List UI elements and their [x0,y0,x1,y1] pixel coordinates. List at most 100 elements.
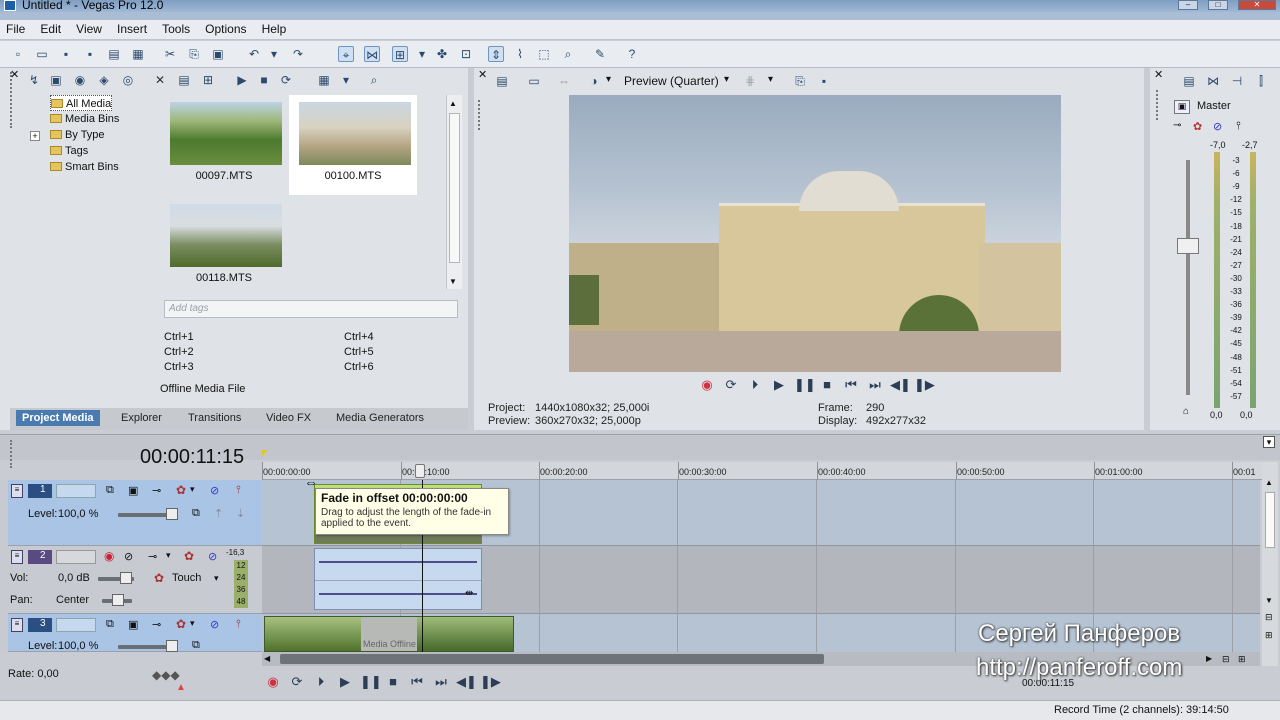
track-fx-dropdown-icon[interactable]: ▾ [190,484,195,495]
scrollbar-thumb[interactable] [449,113,460,263]
import-media-icon[interactable]: ↯ [26,72,42,88]
copy-icon[interactable]: ⎘ [186,46,202,62]
paste-icon[interactable]: ▣ [210,46,226,62]
fader-lock-icon[interactable]: ⌂ [1183,406,1189,417]
tab-video-fx[interactable]: Video FX [266,410,311,426]
track-motion-icon[interactable]: ⧉ [106,618,114,631]
video-event-track-3[interactable]: Media Offline [264,616,514,652]
delete-icon[interactable]: ✕ [152,72,168,88]
rate-marker-icon[interactable]: ▲ [176,682,186,693]
arm-for-record-icon[interactable]: ◉ [104,549,114,563]
lock-envelopes-icon[interactable]: ✤ [434,46,450,62]
timeline-vertical-scrollbar[interactable]: ▲ ▼ ⊟ ⊞ [1262,462,1278,666]
solo-icon[interactable]: ⫯ [1236,120,1241,133]
next-frame-icon[interactable]: ❚▶ [914,377,935,393]
master-fader-knob[interactable] [1177,238,1199,254]
auto-ripple-icon[interactable]: ⋈ [364,46,380,62]
automation-mode-icon[interactable]: ✿ [154,571,164,585]
tab-transitions[interactable]: Transitions [188,410,241,426]
tab-explorer[interactable]: Explorer [121,410,162,426]
undo-icon[interactable]: ↶ [246,46,262,62]
menu-view[interactable]: View [70,20,108,38]
automation-mode-dropdown-icon[interactable]: ▾ [214,573,219,584]
make-compositing-parent-icon[interactable]: ⇡ [214,507,223,520]
pause-icon[interactable]: ❚❚ [360,674,382,690]
panel-grip[interactable] [1156,90,1162,120]
grid-dropdown-icon[interactable]: ▾ [768,74,773,85]
menu-edit[interactable]: Edit [34,20,67,38]
quality-dropdown-icon[interactable]: ▾ [606,74,611,85]
record-icon[interactable]: ◉ [264,674,282,690]
play-from-start-icon[interactable]: ⏵ [312,674,330,690]
audio-event[interactable]: ⇹ [314,548,482,610]
stop-icon[interactable]: ■ [818,377,836,393]
tag-shortcut[interactable]: Ctrl+3 [164,361,194,373]
mute-icon[interactable]: ⊘ [210,618,219,631]
track-minimize-icon[interactable]: ≡ [11,484,23,498]
close-media-panel-icon[interactable]: ✕ [10,68,19,81]
time-ruler[interactable]: 00:00:00:00 00:00:10:00 00:00:20:00 00:0… [262,462,1262,480]
tag-shortcut[interactable]: Ctrl+4 [344,331,374,343]
auto-preview-icon[interactable]: ⟳ [278,72,294,88]
add-tags-input[interactable]: Add tags [164,300,458,318]
previous-frame-icon[interactable]: ◀❚ [456,674,477,690]
copy-snapshot-icon[interactable]: ⎘ [792,73,808,89]
automation-settings-icon[interactable]: ⊸ [148,550,157,563]
tag-shortcut[interactable]: Ctrl+1 [164,331,194,343]
open-icon[interactable]: ▭ [34,46,50,62]
play-icon[interactable]: ▶ [770,377,788,393]
stop-preview-icon[interactable]: ■ [256,72,272,88]
downmix-icon[interactable]: ⋈ [1205,73,1221,89]
scroll-down-icon[interactable]: ▼ [449,277,457,286]
save-snapshot-icon[interactable]: ▪ [816,73,832,89]
scroll-left-icon[interactable]: ◀ [264,654,270,663]
properties-icon[interactable]: ▤ [176,72,192,88]
track-fx-icon[interactable]: ✿ [176,483,186,497]
tree-item-tags[interactable]: Tags [50,143,88,159]
go-to-end-icon[interactable]: ⏭ [866,377,884,393]
track-fx-dropdown-icon[interactable]: ▾ [190,618,195,629]
loop-playback-icon[interactable]: ⟳ [288,674,306,690]
tab-project-media[interactable]: Project Media [16,410,100,426]
ripple-dropdown-icon[interactable]: ▾ [414,46,430,62]
solo-icon[interactable]: ⫯ [236,484,241,497]
compositing-mode-icon[interactable]: ▣ [128,484,138,497]
maximize-button[interactable]: □ [1208,0,1228,10]
help-pointer-icon[interactable]: ? [624,46,640,62]
previous-frame-icon[interactable]: ◀❚ [890,377,911,393]
solo-icon[interactable]: ⫯ [236,618,241,631]
zoom-out-icon[interactable]: ⊟ [1222,654,1230,665]
next-frame-icon[interactable]: ❚▶ [480,674,501,690]
normal-edit-tool-icon[interactable]: ⇕ [488,46,504,62]
thumbnails-scrollbar[interactable]: ▲ ▼ [446,95,462,289]
redo-icon[interactable]: ↷ [290,46,306,62]
preview-device-icon[interactable]: ▤ [494,73,510,89]
track-fx-icon[interactable]: ✿ [176,617,186,631]
tag-shortcut[interactable]: Ctrl+2 [164,346,194,358]
track-zoom-out-icon[interactable]: ⊟ [1265,612,1273,623]
menu-file[interactable]: File [0,20,31,38]
save-as-icon[interactable]: ▪ [82,46,98,62]
master-fx-settings-icon[interactable]: ✿ [1193,120,1202,133]
timeline-options-icon[interactable]: ▾ [1263,436,1275,448]
pause-icon[interactable]: ❚❚ [794,377,816,393]
tree-item-all-media[interactable]: All Media [50,95,113,111]
lock-icon[interactable]: ⊣ [1229,73,1245,89]
views-icon[interactable]: ▦ [316,72,332,88]
menu-insert[interactable]: Insert [111,20,153,38]
envelope-edit-tool-icon[interactable]: ⌇ [512,46,528,62]
panel-grip[interactable] [478,100,484,130]
parent-composite-icon[interactable]: ⧉ [192,507,200,520]
parent-composite-icon[interactable]: ⧉ [192,639,200,652]
track-header-video-1[interactable]: ≡ 1 ⧉ ▣ ⊸ ✿ ▾ ⊘ ⫯ Level: 100,0 % ⧉ ⇡ ⇣ [8,480,262,546]
go-to-start-icon[interactable]: ⏮ [842,377,860,393]
track-header-audio-2[interactable]: ≡ 2 ◉ ⊘ ⊸ ▾ ✿ ⊘ -16,3 12 24 36 48 Vol: 0… [8,546,262,614]
scrollbar-thumb[interactable] [280,654,824,664]
play-from-start-icon[interactable]: ⏵ [746,377,764,393]
volume-slider-knob[interactable] [120,572,132,584]
tag-shortcut[interactable]: Ctrl+5 [344,346,374,358]
tag-shortcut[interactable]: Ctrl+6 [344,361,374,373]
automation-dropdown-icon[interactable]: ▾ [166,550,171,561]
close-preview-panel-icon[interactable]: ✕ [478,68,487,81]
expand-by-type-icon[interactable]: + [30,131,40,141]
